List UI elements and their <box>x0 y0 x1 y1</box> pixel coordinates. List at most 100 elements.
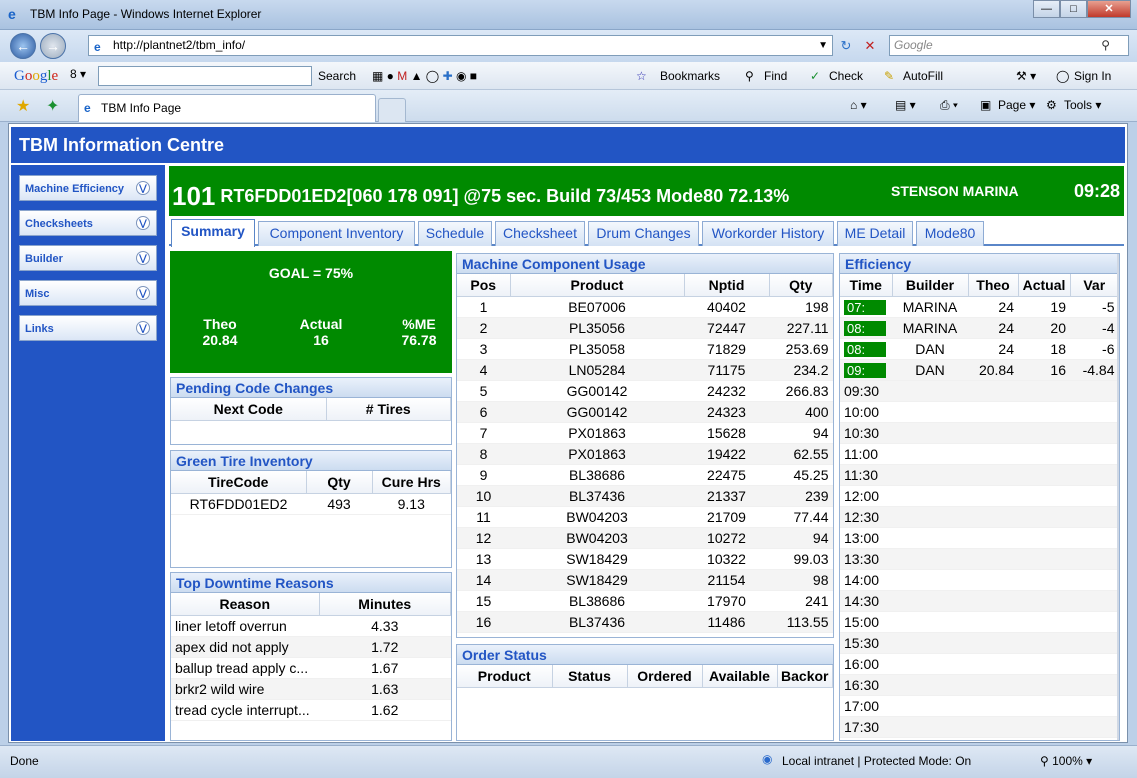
table-row[interactable]: RT6FDD01ED2 493 9.13 <box>171 493 451 515</box>
chevron-down-icon[interactable]: ⋁ <box>136 286 150 300</box>
home-icon[interactable]: ⌂ ▾ <box>850 98 867 112</box>
table-row[interactable]: 2 PL35056 72447 227.11 <box>457 317 833 339</box>
column-header[interactable]: Product <box>457 665 553 688</box>
google-menu-icon[interactable]: 8 ▾ <box>70 67 86 81</box>
sidebar-item-machine-efficiency[interactable]: Machine Efficiency ⋁ <box>19 175 157 201</box>
table-row[interactable]: 1 BE07006 40402 198 <box>457 296 833 318</box>
column-header[interactable]: Backor <box>777 665 833 688</box>
table-row[interactable]: 13:00 <box>840 527 1119 549</box>
column-header[interactable]: Time <box>840 274 893 297</box>
table-row[interactable]: tread cycle interrupt... 1.62 <box>171 699 451 721</box>
column-header[interactable]: Qty <box>306 471 373 494</box>
page-menu[interactable]: Page ▾ <box>998 98 1035 112</box>
chevron-down-icon[interactable]: ⋁ <box>136 216 150 230</box>
table-row[interactable]: 17:00 <box>840 695 1119 717</box>
tab-summary[interactable]: Summary <box>171 219 255 247</box>
column-header[interactable]: Builder <box>892 274 969 297</box>
tab-me-detail[interactable]: ME Detail <box>837 221 913 246</box>
table-row[interactable]: 15:30 <box>840 632 1119 654</box>
table-row[interactable]: 3 PL35058 71829 253.69 <box>457 338 833 360</box>
sidebar-item-checksheets[interactable]: Checksheets ⋁ <box>19 210 157 236</box>
column-header[interactable]: Ordered <box>627 665 703 688</box>
column-header[interactable]: Qty <box>769 274 833 297</box>
signin-button[interactable]: Sign In <box>1074 69 1111 83</box>
column-header[interactable]: Reason <box>171 593 320 616</box>
search-input[interactable]: Google ⚲ <box>889 35 1129 56</box>
column-header[interactable]: Var <box>1070 274 1119 297</box>
print-icon[interactable]: ⎙ ▾ <box>940 98 958 113</box>
add-favorite-icon[interactable]: ✦ <box>46 96 59 116</box>
table-row[interactable]: 12:30 <box>840 506 1119 528</box>
table-row[interactable]: liner letoff overrun 4.33 <box>171 615 451 637</box>
tab-workorder-history[interactable]: Workorder History <box>702 221 834 246</box>
tab-checksheet[interactable]: Checksheet <box>495 221 585 246</box>
maximize-button[interactable]: □ <box>1060 0 1087 18</box>
tab-mode80[interactable]: Mode80 <box>916 221 984 246</box>
table-row[interactable]: 09:30 <box>840 380 1119 402</box>
wrench-icon[interactable]: ⚒ ▾ <box>1016 69 1036 83</box>
chevron-down-icon[interactable]: ⋁ <box>136 321 150 335</box>
feeds-icon[interactable]: ▤ ▾ <box>895 98 916 112</box>
tab-component-inventory[interactable]: Component Inventory <box>258 221 415 246</box>
table-row[interactable]: brkr2 wild wire 1.63 <box>171 678 451 700</box>
table-row[interactable]: 14 SW18429 21154 98 <box>457 569 833 591</box>
chevron-down-icon[interactable]: ⋁ <box>136 251 150 265</box>
column-header[interactable]: # Tires <box>326 398 451 421</box>
table-row[interactable]: 14:30 <box>840 590 1119 612</box>
column-header[interactable]: Theo <box>968 274 1019 297</box>
table-row[interactable]: 7 PX01863 15628 94 <box>457 422 833 444</box>
column-header[interactable]: Cure Hrs <box>372 471 451 494</box>
sidebar-item-misc[interactable]: Misc ⋁ <box>19 280 157 306</box>
url-input[interactable]: e http://plantnet2/tbm_info/ ▼ <box>88 35 833 56</box>
column-header[interactable]: Next Code <box>171 398 327 421</box>
table-row[interactable]: 07: MARINA 24 19 -5 <box>840 296 1119 318</box>
bookmarks-star-icon[interactable]: ☆ <box>636 69 647 83</box>
chevron-down-icon[interactable]: ⋁ <box>136 181 150 195</box>
toolbar-icon-group[interactable]: ▦ ● M ▲ ◯ ✚ ◉ ■ <box>372 69 477 83</box>
table-row[interactable]: 11 BW04203 21709 77.44 <box>457 506 833 528</box>
browser-tab[interactable]: e TBM Info Page <box>78 94 376 122</box>
search-icon[interactable]: ⚲ <box>1101 36 1110 55</box>
stop-icon[interactable]: ✕ <box>860 36 880 56</box>
column-header[interactable]: Actual <box>1018 274 1071 297</box>
column-header[interactable]: Nptid <box>684 274 770 297</box>
tab-schedule[interactable]: Schedule <box>418 221 492 246</box>
table-row[interactable]: 12 BW04203 10272 94 <box>457 527 833 549</box>
check-button[interactable]: Check <box>829 69 863 83</box>
table-row[interactable]: 5 GG00142 24232 266.83 <box>457 380 833 402</box>
table-row[interactable]: 9 BL38686 22475 45.25 <box>457 464 833 486</box>
table-row[interactable]: 12:00 <box>840 485 1119 507</box>
table-row[interactable]: 10:30 <box>840 422 1119 444</box>
forward-button[interactable]: → <box>40 33 66 59</box>
refresh-icon[interactable]: ↻ <box>836 36 856 56</box>
table-row[interactable]: 11:00 <box>840 443 1119 465</box>
bookmarks-button[interactable]: Bookmarks <box>660 69 720 83</box>
table-row[interactable]: 4 LN05284 71175 234.2 <box>457 359 833 381</box>
scrollbar[interactable] <box>1117 254 1119 740</box>
favorites-star-icon[interactable]: ★ <box>16 96 30 116</box>
table-row[interactable]: apex did not apply 1.72 <box>171 636 451 658</box>
sidebar-item-links[interactable]: Links ⋁ <box>19 315 157 341</box>
table-row[interactable]: 16 BL37436 11486 113.55 <box>457 611 833 633</box>
column-header[interactable]: TireCode <box>171 471 307 494</box>
column-header[interactable]: Product <box>510 274 685 297</box>
column-header[interactable]: Pos <box>457 274 511 297</box>
table-row[interactable]: 15:00 <box>840 611 1119 633</box>
new-tab-button[interactable] <box>378 98 406 122</box>
table-row[interactable]: 13:30 <box>840 548 1119 570</box>
table-row[interactable]: 09: DAN 20.84 16 -4.84 <box>840 359 1119 381</box>
column-header[interactable]: Status <box>552 665 628 688</box>
tab-drum-changes[interactable]: Drum Changes <box>588 221 699 246</box>
back-button[interactable]: ← <box>10 33 36 59</box>
google-search-button[interactable]: Search <box>318 69 356 83</box>
autofill-button[interactable]: AutoFill <box>903 69 943 83</box>
table-row[interactable]: 6 GG00142 24323 400 <box>457 401 833 423</box>
column-header[interactable]: Available <box>702 665 778 688</box>
table-row[interactable]: 15 BL38686 17970 241 <box>457 590 833 612</box>
table-row[interactable]: 17:30 <box>840 716 1119 738</box>
column-header[interactable]: Minutes <box>319 593 451 616</box>
table-row[interactable]: 08: DAN 24 18 -6 <box>840 338 1119 360</box>
table-row[interactable]: 10 BL37436 21337 239 <box>457 485 833 507</box>
minimize-button[interactable]: — <box>1033 0 1060 18</box>
table-row[interactable]: 14:00 <box>840 569 1119 591</box>
